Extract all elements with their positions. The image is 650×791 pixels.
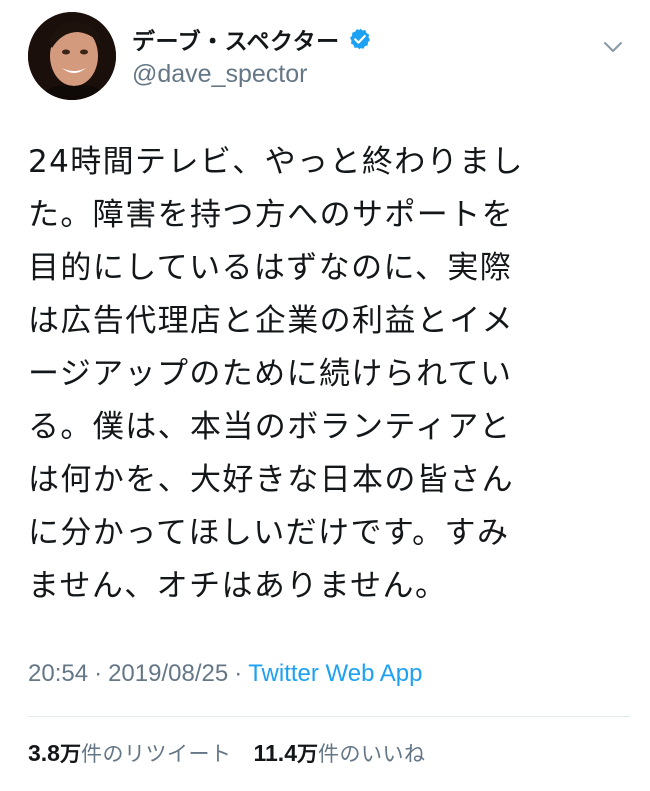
divider (28, 716, 630, 717)
retweet-unit: 万 (59, 742, 81, 766)
verified-badge-icon (348, 27, 372, 51)
like-label: 件のいいね (317, 742, 426, 766)
tweet-date[interactable]: 2019/08/25 (108, 660, 228, 687)
avatar[interactable] (28, 12, 116, 100)
retweet-count[interactable]: 3.8万件のリツイート (28, 738, 231, 768)
tweet-detail: デーブ・スペクター @dave_spector 24時間テレビ、やっと終わりまし… (0, 0, 650, 791)
like-number: 11.4 (253, 740, 297, 766)
user-handle[interactable]: @dave_spector (132, 60, 372, 89)
chevron-down-icon[interactable] (600, 34, 626, 60)
tweet-header: デーブ・スペクター @dave_spector (28, 12, 630, 104)
tweet-stats: 3.8万件のリツイート 11.4万件のいいね (28, 738, 425, 768)
tweet-time[interactable]: 20:54 (28, 660, 88, 687)
meta-separator: · (234, 660, 243, 687)
tweet-text: 24時間テレビ、やっと終わりまし た。障害を持つ方へのサポートを 目的にしている… (28, 144, 524, 604)
user-names: デーブ・スペクター @dave_spector (132, 22, 372, 89)
avatar-photo (28, 12, 116, 100)
retweet-label: 件のリツイート (80, 742, 232, 766)
like-unit: 万 (296, 742, 318, 766)
display-name-row: デーブ・スペクター (132, 22, 372, 56)
meta-separator: · (94, 660, 103, 687)
retweet-number: 3.8 (28, 740, 60, 766)
tweet-source-link[interactable]: Twitter Web App (248, 660, 422, 687)
display-name[interactable]: デーブ・スペクター (132, 22, 340, 56)
like-count[interactable]: 11.4万件のいいね (253, 738, 425, 768)
tweet-meta: 20:54 · 2019/08/25 · Twitter Web App (28, 660, 423, 688)
